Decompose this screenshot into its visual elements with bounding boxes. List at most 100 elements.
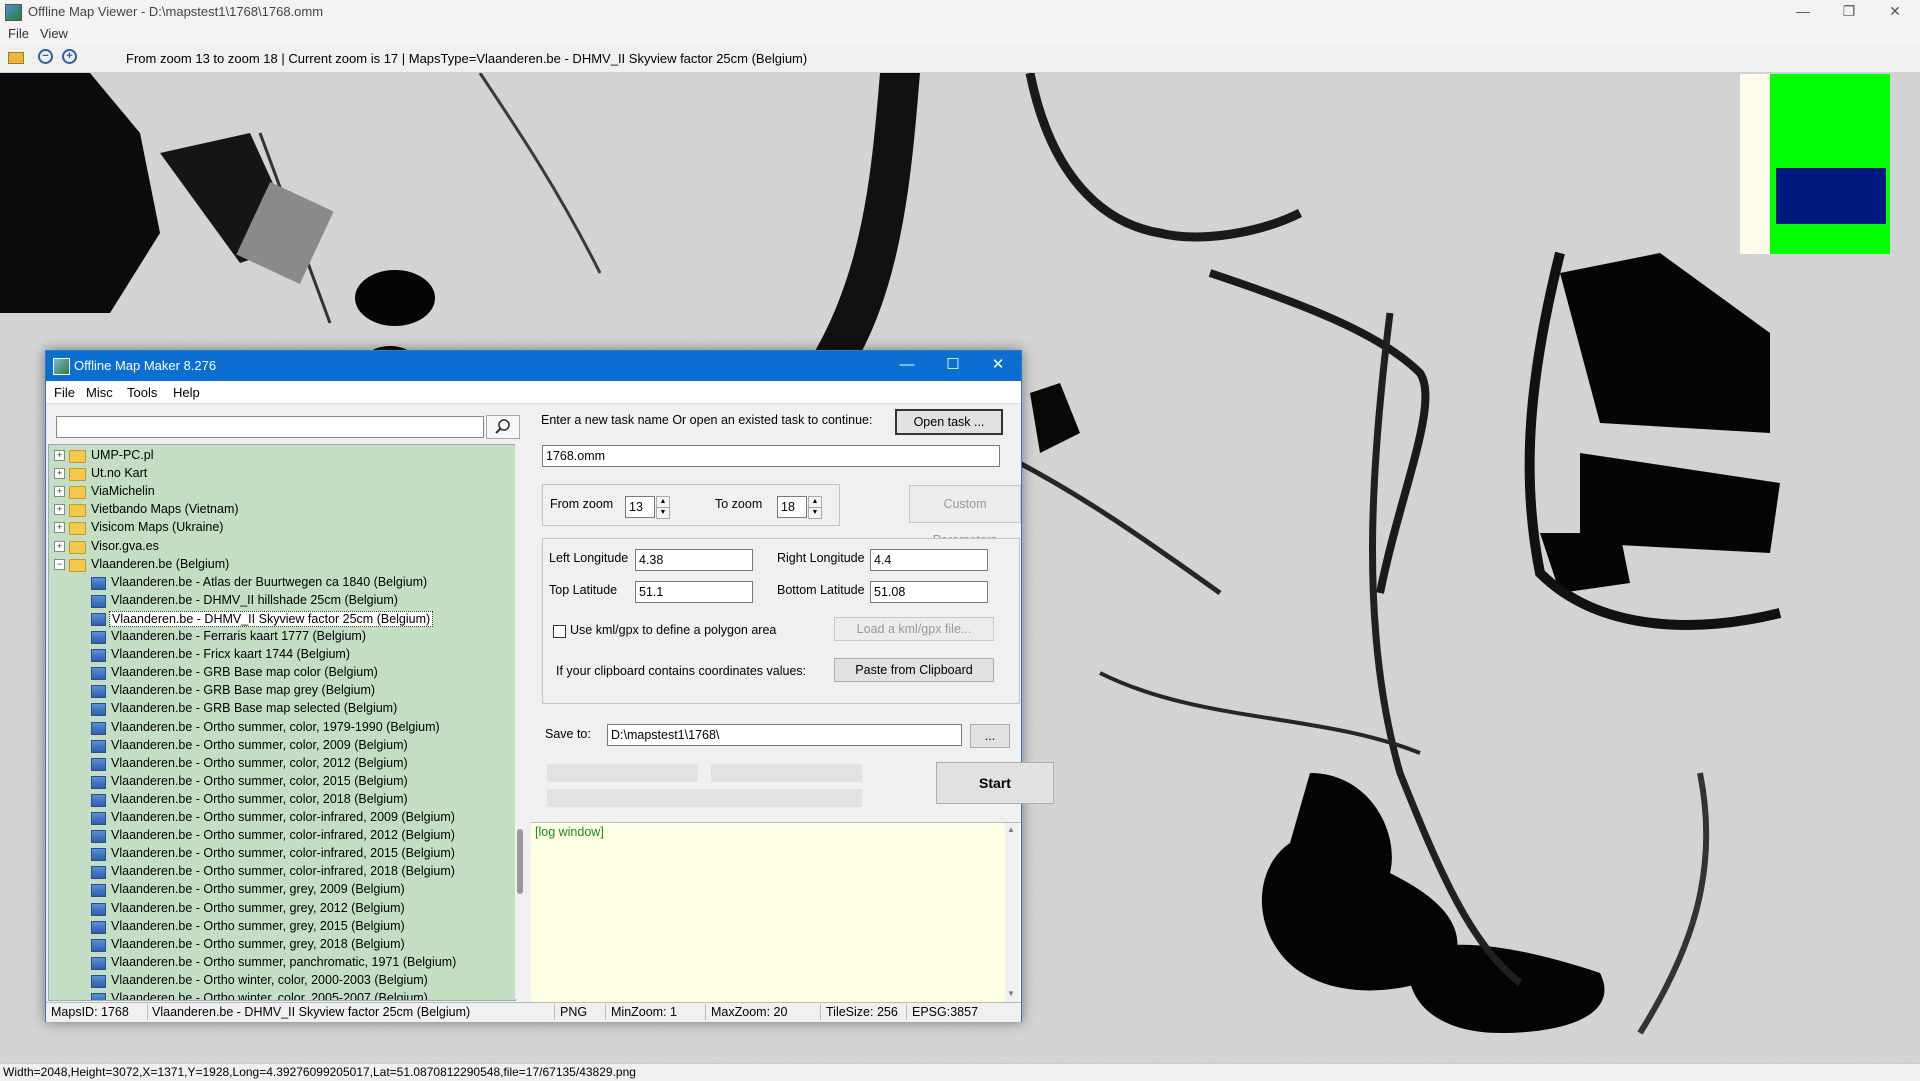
tree-item[interactable]: + UMP-PC.pl: [49, 447, 515, 465]
tree-item[interactable]: Vlaanderen.be - Atlas der Buurtwegen ca …: [49, 574, 515, 592]
map-search-input[interactable]: [56, 416, 484, 438]
tree-item[interactable]: Vlaanderen.be - DHMV_II hillshade 25cm (…: [49, 592, 515, 610]
dialog-menu-file[interactable]: File: [54, 385, 75, 400]
tree-item[interactable]: Vlaanderen.be - Ferraris kaart 1777 (Bel…: [49, 628, 515, 646]
overview-map[interactable]: [1740, 74, 1890, 254]
save-to-input[interactable]: D:\mapstest1\1768\: [607, 724, 962, 746]
tree-item[interactable]: + Vietbando Maps (Vietnam): [49, 501, 515, 519]
expand-icon[interactable]: +: [54, 486, 65, 498]
from-zoom-down[interactable]: ▼: [656, 507, 670, 519]
dialog-menu-tools[interactable]: Tools: [127, 385, 157, 400]
scroll-up-icon[interactable]: ▲: [1007, 825, 1015, 834]
tree-item[interactable]: − Vlaanderen.be (Belgium): [49, 556, 515, 574]
tree-item[interactable]: Vlaanderen.be - Ortho summer, color, 200…: [49, 737, 515, 755]
tree-item[interactable]: Vlaanderen.be - GRB Base map grey (Belgi…: [49, 682, 515, 700]
tree-item[interactable]: Vlaanderen.be - DHMV_II Skyview factor 2…: [49, 610, 515, 628]
restore-button[interactable]: ❐: [1826, 0, 1872, 24]
dialog-title-bar[interactable]: Offline Map Maker 8.276 — ☐ ✕: [46, 351, 1021, 381]
minimize-button[interactable]: —: [1780, 0, 1826, 24]
search-button[interactable]: [486, 415, 520, 439]
tree-item[interactable]: Vlaanderen.be - Ortho summer, grey, 2009…: [49, 881, 515, 899]
tree-item[interactable]: + ViaMichelin: [49, 483, 515, 501]
tree-item[interactable]: Vlaanderen.be - Ortho summer, color-infr…: [49, 863, 515, 881]
tree-item-label: Vlaanderen.be - Ortho summer, color, 201…: [111, 791, 408, 806]
expand-icon[interactable]: +: [54, 522, 65, 534]
viewer-title: Offline Map Viewer - D:\mapstest1\1768\1…: [28, 4, 324, 19]
tree-item-label: Vlaanderen.be - Ortho summer, color, 200…: [111, 737, 408, 752]
expand-icon[interactable]: +: [54, 540, 65, 552]
map-icon: [91, 685, 106, 699]
expand-icon[interactable]: +: [54, 504, 65, 516]
tree-item[interactable]: Vlaanderen.be - Ortho winter, color, 200…: [49, 972, 515, 990]
tree-item[interactable]: Vlaanderen.be - Ortho summer, color, 197…: [49, 719, 515, 737]
tree-item-label: Ut.no Kart: [91, 466, 148, 481]
to-zoom-down[interactable]: ▼: [808, 507, 822, 519]
left-longitude-input[interactable]: 4.38: [635, 549, 753, 571]
open-task-button[interactable]: Open task ...: [895, 409, 1003, 435]
dialog-menu-bar: File Misc Tools Help: [46, 381, 1021, 404]
to-zoom-input[interactable]: 18: [777, 496, 807, 518]
paste-from-clipboard-button[interactable]: Paste from Clipboard: [834, 658, 994, 682]
menu-view[interactable]: View: [40, 26, 68, 41]
right-longitude-input[interactable]: 4.4: [870, 549, 988, 571]
dialog-minimize-button[interactable]: —: [884, 351, 930, 381]
tree-item[interactable]: Vlaanderen.be - Fricx kaart 1744 (Belgiu…: [49, 646, 515, 664]
tree-item[interactable]: Vlaanderen.be - Ortho summer, grey, 2018…: [49, 936, 515, 954]
tree-item-label: Vlaanderen.be - Ortho summer, grey, 2018…: [111, 936, 405, 951]
overview-viewport[interactable]: [1776, 168, 1886, 224]
tree-item[interactable]: Vlaanderen.be - GRB Base map selected (B…: [49, 700, 515, 718]
tree-item[interactable]: Vlaanderen.be - Ortho summer, color-infr…: [49, 827, 515, 845]
tree-item-label: Visicom Maps (Ukraine): [91, 520, 224, 535]
tree-scrollbar-thumb[interactable]: [517, 829, 523, 894]
close-button[interactable]: ✕: [1872, 0, 1918, 24]
kml-checkbox[interactable]: [553, 625, 566, 638]
start-button[interactable]: Start: [936, 762, 1054, 804]
open-folder-icon[interactable]: [8, 52, 24, 64]
save-to-label: Save to:: [545, 727, 591, 741]
tree-item[interactable]: Vlaanderen.be - Ortho summer, color, 201…: [49, 791, 515, 809]
map-icon: [91, 848, 106, 862]
tree-item[interactable]: Vlaanderen.be - Ortho summer, grey, 2015…: [49, 918, 515, 936]
map-source-tree[interactable]: + UMP-PC.pl + Ut.no Kart + ViaMichelin + Vietba…: [48, 444, 516, 1001]
tree-item[interactable]: Vlaanderen.be - Ortho summer, color, 201…: [49, 755, 515, 773]
zoom-in-icon[interactable]: +: [62, 49, 77, 64]
tree-item[interactable]: Vlaanderen.be - Ortho summer, color-infr…: [49, 809, 515, 827]
tree-item[interactable]: Vlaanderen.be - Ortho summer, grey, 2012…: [49, 900, 515, 918]
tree-item[interactable]: Vlaanderen.be - Ortho summer, panchromat…: [49, 954, 515, 972]
from-zoom-input[interactable]: 13: [625, 496, 655, 518]
log-window[interactable]: [log window] ▲ ▼: [531, 822, 1021, 1003]
app-icon: [5, 4, 22, 21]
tree-item[interactable]: + Ut.no Kart: [49, 465, 515, 483]
bottom-latitude-label: Bottom Latitude: [777, 583, 865, 597]
dialog-close-button[interactable]: ✕: [975, 351, 1021, 381]
dialog-status-bar: MapsID: 1768 Vlaanderen.be - DHMV_II Sky…: [46, 1002, 1021, 1022]
top-latitude-label: Top Latitude: [549, 583, 618, 597]
task-name-input[interactable]: 1768.omm: [542, 445, 1000, 467]
dialog-maximize-button[interactable]: ☐: [930, 351, 976, 381]
viewer-status-bar: Width=2048,Height=3072,X=1371,Y=1928,Lon…: [0, 1063, 1920, 1081]
top-latitude-input[interactable]: 51.1: [635, 581, 753, 603]
tree-item[interactable]: + Visicom Maps (Ukraine): [49, 519, 515, 537]
dialog-menu-misc[interactable]: Misc: [86, 385, 113, 400]
tree-item[interactable]: Vlaanderen.be - Ortho winter, color, 200…: [49, 990, 515, 1000]
menu-file[interactable]: File: [8, 26, 29, 41]
expand-icon[interactable]: +: [54, 450, 65, 461]
bottom-latitude-input[interactable]: 51.08: [870, 581, 988, 603]
tree-item[interactable]: Vlaanderen.be - Ortho summer, color, 201…: [49, 773, 515, 791]
progress-bar-1: [547, 764, 698, 782]
tree-item[interactable]: + Visor.gva.es: [49, 538, 515, 556]
load-kml-button[interactable]: Load a kml/gpx file...: [834, 617, 994, 641]
tree-scrollbar[interactable]: [515, 444, 527, 999]
expand-icon[interactable]: +: [54, 468, 65, 480]
browse-button[interactable]: ...: [970, 724, 1010, 748]
tree-item[interactable]: Vlaanderen.be - Ortho summer, color-infr…: [49, 845, 515, 863]
log-scrollbar[interactable]: ▲ ▼: [1005, 823, 1019, 1003]
dialog-menu-help[interactable]: Help: [173, 385, 200, 400]
right-longitude-label: Right Longitude: [777, 551, 865, 565]
tree-item[interactable]: Vlaanderen.be - GRB Base map color (Belg…: [49, 664, 515, 682]
scroll-down-icon[interactable]: ▼: [1007, 989, 1015, 998]
custom-parameters-button[interactable]: Custom Parameters: [909, 485, 1021, 547]
zoom-out-icon[interactable]: −: [38, 49, 53, 64]
tree-item-label: ViaMichelin: [91, 484, 155, 499]
collapse-icon[interactable]: −: [54, 558, 65, 570]
